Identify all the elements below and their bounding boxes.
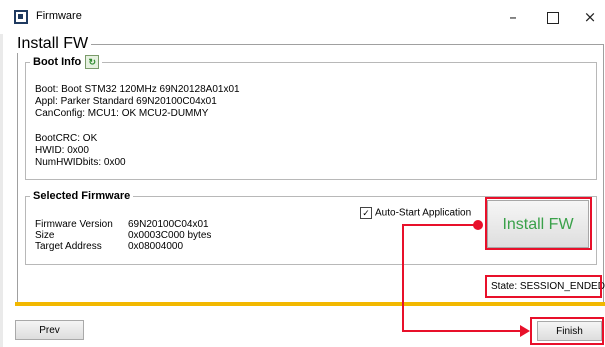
boot-info-lines: Boot: Boot STM32 120MHz 69N20128A01x01 A… bbox=[35, 84, 240, 169]
maximize-icon bbox=[547, 11, 559, 24]
close-button[interactable]: × bbox=[575, 6, 605, 28]
boot-info-line: HWID: 0x00 bbox=[35, 145, 89, 156]
boot-info-line: Appl: Parker Standard 69N20100C04x01 bbox=[35, 96, 217, 107]
title-bar: Firmware – × bbox=[0, 0, 605, 34]
selected-firmware-legend: Selected Firmware bbox=[33, 190, 131, 202]
boot-info-line: BootCRC: OK bbox=[35, 133, 98, 144]
firmware-version-value: 69N20100C04x01 bbox=[128, 219, 209, 230]
boot-info-line bbox=[35, 120, 240, 133]
size-value: 0x0003C000 bytes bbox=[128, 230, 212, 241]
size-label: Size bbox=[35, 230, 55, 241]
refresh-icon[interactable]: ↻ bbox=[85, 55, 100, 69]
target-address-value: 0x08004000 bbox=[128, 241, 184, 252]
boot-info-line: NumHWIDbits: 0x00 bbox=[35, 157, 126, 168]
prev-button[interactable]: Prev bbox=[15, 320, 84, 340]
boot-info-legend: Boot Info ↻ bbox=[30, 55, 102, 69]
maximize-button[interactable] bbox=[538, 6, 568, 28]
auto-start-label: Auto-Start Application bbox=[375, 207, 472, 219]
firmware-detail-row: Size 0x0003C000 bytes bbox=[35, 230, 211, 241]
selected-firmware-details: Firmware Version 69N20100C04x01 Size 0x000… bbox=[35, 219, 211, 252]
finish-button-highlight bbox=[530, 317, 604, 345]
boot-info-line: CanConfig: MCU1: OK MCU2-DUMMY bbox=[35, 108, 209, 119]
window-left-edge bbox=[0, 34, 3, 347]
app-icon bbox=[14, 10, 28, 24]
auto-start-checkbox[interactable]: ✓ Auto-Start Application bbox=[360, 207, 471, 219]
window-title: Firmware bbox=[36, 10, 82, 22]
firmware-detail-row: Target Address 0x08004000 bbox=[35, 241, 211, 252]
annotation-arrow-head bbox=[520, 325, 530, 337]
annotation-arrow-vertical bbox=[402, 225, 404, 331]
annotation-arrow-start bbox=[402, 224, 477, 226]
boot-info-title: Boot Info bbox=[33, 55, 82, 68]
install-button-highlight bbox=[485, 197, 592, 250]
target-address-label: Target Address bbox=[35, 241, 102, 252]
state-highlight bbox=[485, 275, 602, 298]
firmware-detail-row: Firmware Version 69N20100C04x01 bbox=[35, 219, 211, 230]
annotation-arrow-horizontal bbox=[402, 330, 522, 332]
progress-bar bbox=[15, 302, 605, 306]
boot-info-line: Boot: Boot STM32 120MHz 69N20128A01x01 bbox=[35, 84, 240, 95]
minimize-button[interactable]: – bbox=[498, 6, 528, 28]
checkbox-check-icon[interactable]: ✓ bbox=[360, 207, 372, 219]
annotation-arrow-dot bbox=[473, 220, 483, 230]
firmware-version-label: Firmware Version bbox=[35, 219, 113, 230]
boot-info-group: Boot Info ↻ Boot: Boot STM32 120MHz 69N20… bbox=[25, 55, 597, 180]
install-fw-legend: Install FW bbox=[17, 35, 89, 52]
